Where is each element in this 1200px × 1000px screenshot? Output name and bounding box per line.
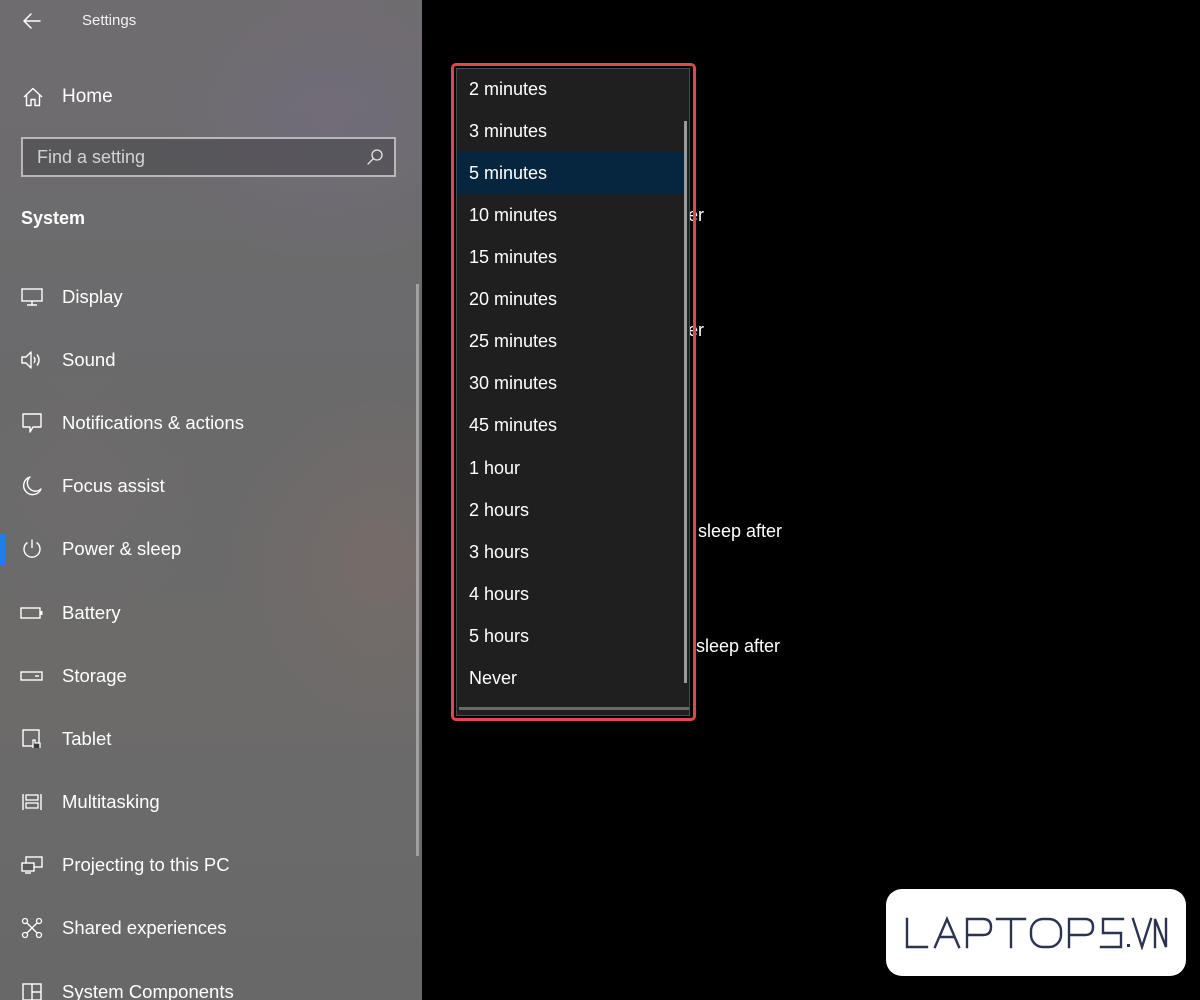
sidebar-item-label: Battery bbox=[62, 601, 121, 623]
storage-icon bbox=[20, 664, 44, 688]
sidebar-item-multitasking[interactable]: Multitasking bbox=[0, 771, 422, 834]
home-icon bbox=[20, 84, 46, 110]
speaker-icon bbox=[20, 348, 44, 372]
content-setting-label: sleep after bbox=[698, 521, 783, 541]
content-setting-label: sleep after bbox=[696, 636, 781, 656]
home-label: Home bbox=[62, 86, 113, 107]
notification-icon bbox=[20, 411, 44, 435]
dropdown-option[interactable]: 25 minutes bbox=[457, 320, 685, 362]
sidebar-scrollbar[interactable] bbox=[416, 284, 419, 856]
settings-sidebar: Settings Home System Display Sound bbox=[0, 0, 422, 1000]
sidebar-item-label: Notifications & actions bbox=[62, 411, 245, 433]
shared-experiences-icon bbox=[20, 916, 44, 940]
sidebar-item-system-components[interactable]: System Components bbox=[0, 960, 422, 1000]
sidebar-item-power-sleep[interactable]: Power & sleep bbox=[0, 518, 422, 581]
projecting-icon bbox=[20, 853, 44, 877]
power-icon bbox=[20, 537, 44, 561]
dropdown-option[interactable]: 2 hours bbox=[457, 489, 685, 531]
back-button[interactable] bbox=[18, 8, 46, 34]
system-nav-list: Display Sound Notifications & actions Fo… bbox=[0, 265, 422, 1000]
dropdown-option[interactable]: 2 minutes bbox=[457, 69, 685, 110]
sidebar-item-label: Tablet bbox=[62, 727, 112, 749]
sidebar-item-display[interactable]: Display bbox=[0, 265, 422, 328]
dropdown-option-selected[interactable]: 5 minutes bbox=[457, 152, 685, 194]
sleep-timeout-dropdown-list: 2 minutes 3 minutes 5 minutes 10 minutes… bbox=[456, 68, 690, 716]
battery-icon bbox=[20, 601, 44, 625]
sidebar-item-projecting[interactable]: Projecting to this PC bbox=[0, 834, 422, 897]
sidebar-item-label: Storage bbox=[62, 664, 127, 686]
title-bar: Settings bbox=[0, 0, 422, 44]
dropdown-option[interactable]: 10 minutes bbox=[457, 194, 685, 236]
section-heading: System bbox=[21, 208, 86, 228]
dropdown-option[interactable]: 5 hours bbox=[457, 615, 685, 657]
back-arrow-icon bbox=[23, 13, 41, 29]
sidebar-item-label: Display bbox=[62, 285, 123, 307]
dropdown-option[interactable]: 3 minutes bbox=[457, 110, 685, 152]
sidebar-item-label: Shared experiences bbox=[62, 917, 227, 939]
watermark-logo bbox=[886, 889, 1186, 976]
sidebar-item-label: Sound bbox=[62, 348, 116, 370]
dropdown-option[interactable]: 45 minutes bbox=[457, 404, 685, 446]
dropdown-scrollbar[interactable] bbox=[684, 121, 687, 683]
dropdown-option[interactable]: 30 minutes bbox=[457, 362, 685, 404]
multitasking-icon bbox=[20, 790, 44, 814]
dropdown-option[interactable]: 15 minutes bbox=[457, 236, 685, 278]
sidebar-item-label: Power & sleep bbox=[62, 538, 182, 560]
search-input[interactable] bbox=[37, 139, 357, 175]
content-setting-label: er bbox=[688, 205, 705, 225]
moon-icon bbox=[20, 474, 44, 498]
monitor-icon bbox=[20, 285, 44, 309]
sidebar-item-shared-experiences[interactable]: Shared experiences bbox=[0, 897, 422, 960]
dropdown-bottom-edge bbox=[459, 707, 689, 710]
sidebar-item-label: Focus assist bbox=[62, 475, 165, 497]
sidebar-item-notifications[interactable]: Notifications & actions bbox=[0, 391, 422, 454]
sidebar-item-label: System Components bbox=[62, 980, 234, 1000]
dropdown-option[interactable]: 1 hour bbox=[457, 447, 685, 489]
sidebar-item-focus-assist[interactable]: Focus assist bbox=[0, 455, 422, 518]
system-components-icon bbox=[20, 980, 44, 1000]
app-title: Settings bbox=[82, 12, 137, 29]
home-nav-item[interactable]: Home bbox=[0, 76, 422, 118]
tablet-icon bbox=[20, 727, 44, 751]
dropdown-option[interactable]: 4 hours bbox=[457, 573, 685, 615]
search-icon[interactable] bbox=[366, 148, 384, 166]
sidebar-item-battery[interactable]: Battery bbox=[0, 581, 422, 644]
dropdown-option[interactable]: 20 minutes bbox=[457, 278, 685, 320]
dropdown-option[interactable]: 3 hours bbox=[457, 531, 685, 573]
sidebar-item-label: Multitasking bbox=[62, 791, 160, 813]
dropdown-option[interactable]: Never bbox=[457, 657, 685, 699]
laptops-vn-logo bbox=[905, 915, 1168, 950]
sidebar-item-label: Projecting to this PC bbox=[62, 854, 230, 876]
sidebar-item-tablet[interactable]: Tablet bbox=[0, 707, 422, 770]
content-setting-label: er bbox=[688, 320, 705, 340]
sidebar-item-storage[interactable]: Storage bbox=[0, 644, 422, 707]
sidebar-item-sound[interactable]: Sound bbox=[0, 328, 422, 391]
search-box bbox=[21, 137, 396, 177]
